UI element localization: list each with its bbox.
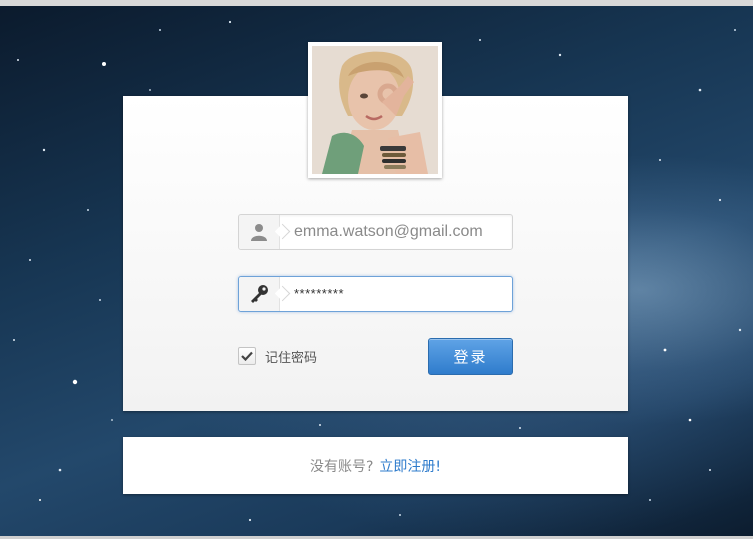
email-field-icon-box [239, 215, 280, 249]
email-field[interactable]: emma.watson@gmail.com [238, 214, 513, 250]
password-field[interactable]: ********* [238, 276, 513, 312]
profile-portrait-image [312, 46, 438, 174]
password-field-icon-box [239, 277, 280, 311]
password-value[interactable]: ********* [294, 277, 344, 311]
remember-password-toggle[interactable]: 记住密码 [238, 345, 317, 367]
user-icon [251, 224, 267, 241]
register-link[interactable]: 立即注册! [379, 456, 441, 476]
key-icon [251, 285, 268, 303]
email-value[interactable]: emma.watson@gmail.com [294, 215, 483, 249]
remember-checkbox[interactable] [238, 347, 256, 365]
avatar [308, 42, 442, 178]
register-panel: 没有账号? 立即注册! [123, 437, 628, 494]
avatar-photo [312, 46, 438, 174]
register-prompt: 没有账号? [309, 458, 374, 475]
login-button[interactable]: 登录 [428, 338, 513, 375]
checkmark-icon [241, 351, 253, 361]
remember-label: 记住密码 [265, 350, 318, 366]
